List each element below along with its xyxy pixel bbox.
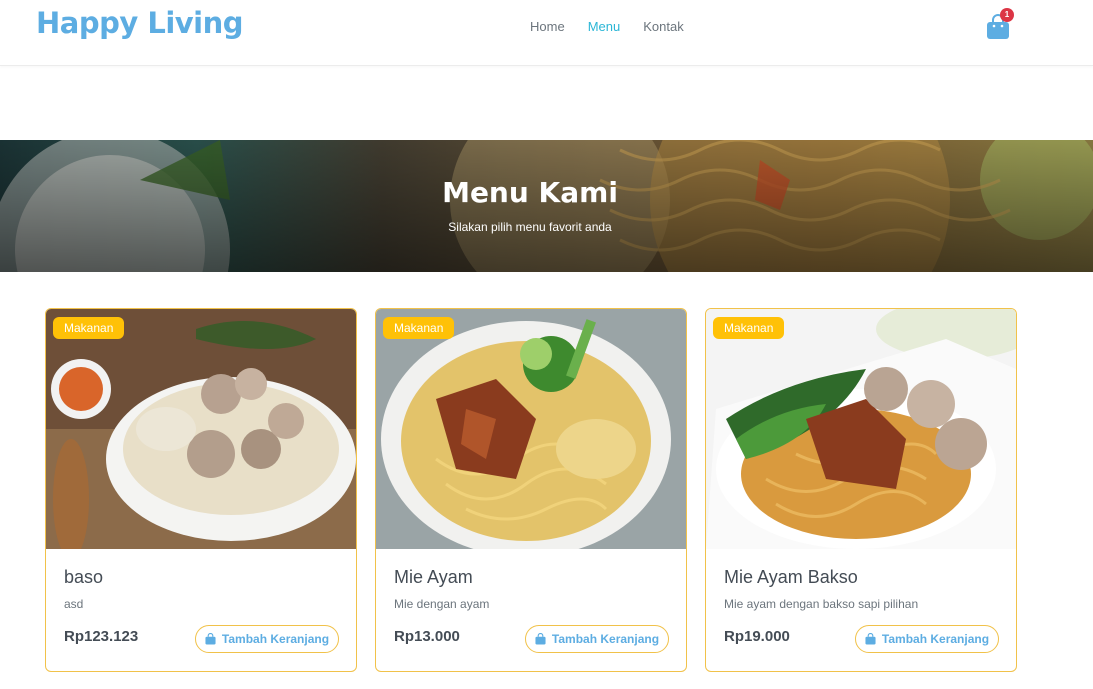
product-description: asd [64, 597, 84, 611]
product-card: Makanan Mie Ayam Mie dengan ayam Rp13.00… [375, 308, 687, 672]
category-badge: Makanan [53, 317, 125, 339]
product-name: Mie Ayam [394, 567, 473, 587]
add-to-cart-button[interactable]: Tambah Keranjang [525, 625, 669, 653]
product-name: baso [64, 567, 104, 587]
hero-title: Menu Kami [442, 176, 618, 209]
category-badge: Makanan [713, 317, 785, 339]
nav-link-menu[interactable]: Menu [588, 19, 621, 34]
product-image-mie-ayam [376, 309, 686, 549]
hero-subtitle: Silakan pilih menu favorit anda [448, 220, 612, 234]
brand-logo[interactable]: Happy Living [36, 6, 244, 40]
product-card: Makanan baso asd Rp123.123 Tambah Keranj… [45, 308, 357, 672]
add-to-cart-label: Tambah Keranjang [551, 632, 660, 646]
product-description: Mie dengan ayam [394, 597, 490, 611]
nav-link-kontak[interactable]: Kontak [643, 19, 683, 34]
shopping-bag-icon [535, 633, 546, 645]
add-to-cart-label: Tambah Keranjang [221, 632, 330, 646]
product-image-mie-ayam-bakso [706, 309, 1016, 549]
nav-menu: Home Menu Kontak [530, 19, 707, 34]
product-price: Rp13.000 [394, 628, 460, 645]
shopping-bag-icon [865, 633, 876, 645]
product-card: Makanan Mie Ayam Bakso Mie ayam dengan b… [705, 308, 1017, 672]
product-price: Rp123.123 [64, 628, 139, 645]
navbar: Happy Living Home Menu Kontak 1 [0, 0, 1093, 66]
add-to-cart-button[interactable]: Tambah Keranjang [195, 625, 339, 653]
add-to-cart-button[interactable]: Tambah Keranjang [855, 625, 999, 653]
shopping-bag-icon [205, 633, 216, 645]
nav-link-home[interactable]: Home [530, 19, 565, 34]
hero-banner: Menu Kami Silakan pilih menu favorit and… [0, 140, 1093, 272]
category-badge: Makanan [383, 317, 455, 339]
product-name: Mie Ayam Bakso [724, 567, 858, 587]
cart-count-badge: 1 [1000, 8, 1014, 22]
product-image-baso [46, 309, 356, 549]
product-price: Rp19.000 [724, 628, 790, 645]
add-to-cart-label: Tambah Keranjang [881, 632, 990, 646]
product-description: Mie ayam dengan bakso sapi pilihan [724, 597, 919, 611]
